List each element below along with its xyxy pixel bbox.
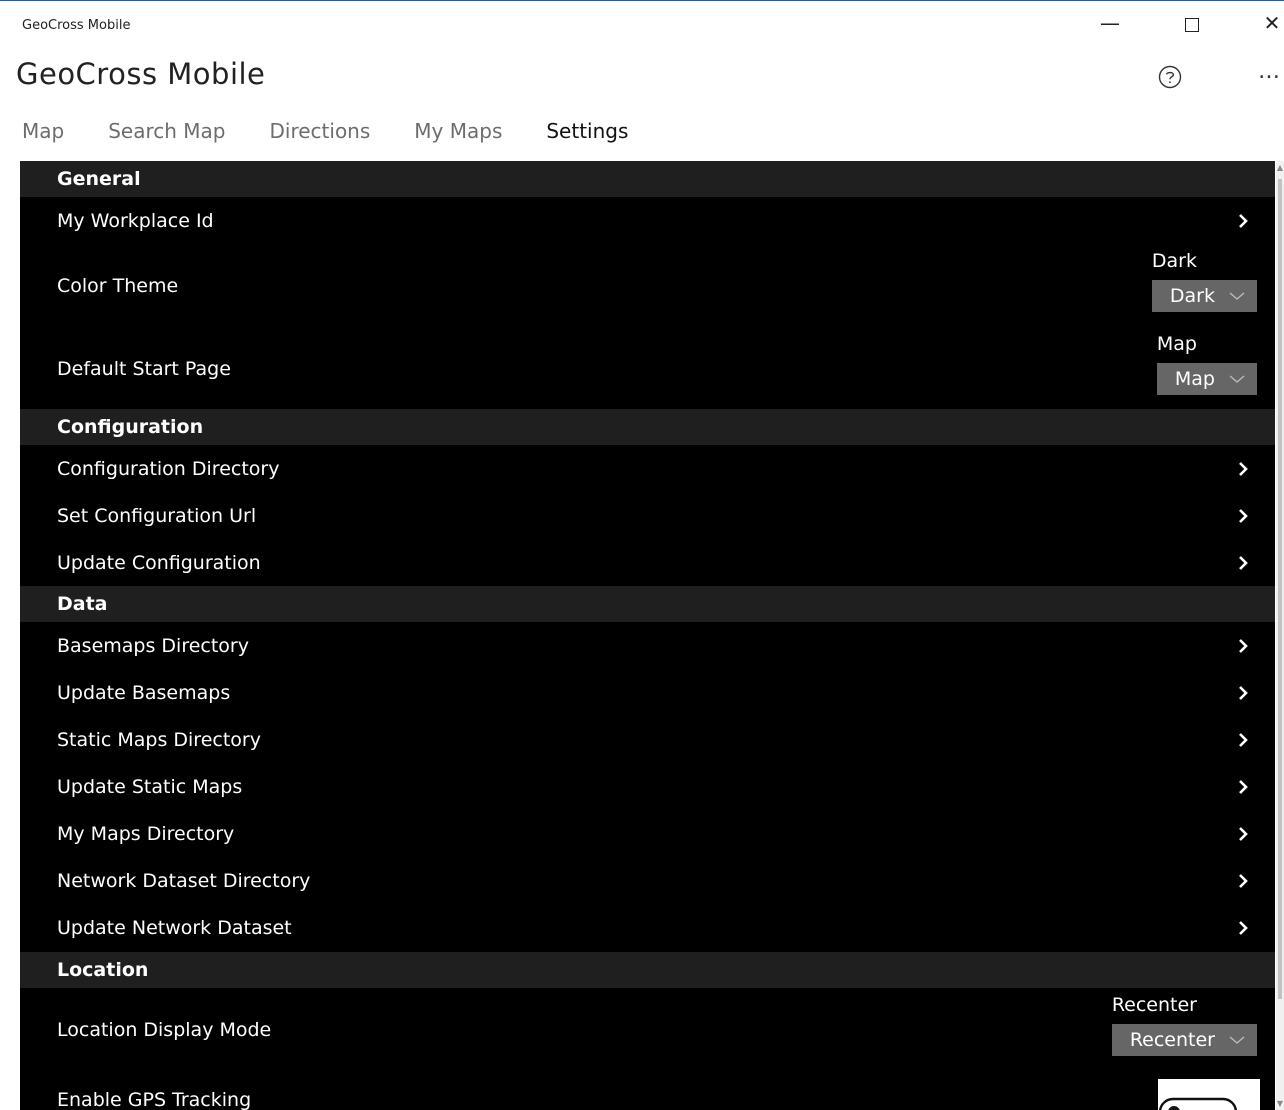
setting-label: Basemaps Directory — [57, 634, 249, 657]
setting-label: Set Configuration Url — [57, 504, 257, 527]
setting-label: Color Theme — [57, 274, 179, 297]
section-header-configuration: Configuration — [20, 409, 1275, 445]
tab-map[interactable]: Map — [22, 119, 64, 143]
setting-update-basemaps[interactable]: Update Basemaps — [20, 669, 1275, 716]
chevron-right-icon — [1239, 732, 1248, 747]
chevron-down-icon — [1229, 375, 1245, 383]
start-page-select-wrap: Map Map — [1156, 333, 1257, 395]
setting-label: Location Display Mode — [57, 1018, 272, 1041]
display-mode-dropdown[interactable]: Recenter — [1111, 1024, 1257, 1056]
section-header-general: General — [20, 161, 1275, 197]
setting-update-static-maps[interactable]: Update Static Maps — [20, 763, 1275, 810]
setting-my-maps-directory[interactable]: My Maps Directory — [20, 810, 1275, 857]
setting-label: Update Static Maps — [57, 775, 243, 798]
tab-my-maps[interactable]: My Maps — [414, 119, 502, 143]
app-title: GeoCross Mobile — [16, 57, 266, 91]
setting-location-display-mode: Location Display Mode Recenter Recenter — [20, 988, 1275, 1071]
tab-settings[interactable]: Settings — [546, 119, 628, 143]
start-page-value: Map — [1174, 368, 1215, 390]
setting-label: Update Basemaps — [57, 681, 231, 704]
setting-set-configuration-url[interactable]: Set Configuration Url — [20, 492, 1275, 539]
setting-label: Update Configuration — [57, 551, 261, 574]
close-button[interactable]: ✕ — [1252, 9, 1284, 37]
maximize-icon — [1185, 17, 1199, 32]
maximize-button[interactable] — [1172, 9, 1212, 37]
setting-update-network-dataset[interactable]: Update Network Dataset — [20, 904, 1275, 951]
chevron-down-icon — [1229, 292, 1245, 300]
setting-basemaps-directory[interactable]: Basemaps Directory — [20, 622, 1275, 669]
more-options-icon[interactable]: … — [1258, 59, 1282, 84]
section-header-data: Data — [20, 586, 1275, 622]
setting-configuration-directory[interactable]: Configuration Directory — [20, 445, 1275, 492]
color-theme-caption: Dark — [1151, 250, 1197, 272]
setting-label: Default Start Page — [57, 357, 231, 380]
gps-tracking-toggle[interactable] — [1158, 1079, 1260, 1110]
display-mode-caption: Recenter — [1111, 994, 1197, 1016]
setting-label: My Workplace Id — [57, 209, 214, 232]
scrollbar[interactable]: ▲ ▼ — [1276, 161, 1284, 1110]
chevron-right-icon — [1239, 555, 1248, 570]
color-theme-dropdown[interactable]: Dark — [1151, 280, 1257, 312]
chevron-right-icon — [1239, 508, 1248, 523]
settings-panel: General My Workplace Id Color Theme Dark… — [20, 161, 1275, 1110]
chevron-right-icon — [1239, 873, 1248, 888]
setting-label: Enable GPS Tracking — [57, 1089, 252, 1110]
color-theme-value: Dark — [1169, 285, 1215, 307]
setting-network-dataset-directory[interactable]: Network Dataset Directory — [20, 857, 1275, 904]
tab-search-map[interactable]: Search Map — [108, 119, 225, 143]
setting-my-workplace-id[interactable]: My Workplace Id — [20, 197, 1275, 244]
scroll-down-icon[interactable]: ▼ — [1276, 1099, 1284, 1109]
setting-label: Configuration Directory — [57, 457, 280, 480]
title-bar: GeoCross Mobile — ✕ — [0, 1, 1284, 39]
window-title: GeoCross Mobile — [22, 18, 131, 33]
display-mode-value: Recenter — [1129, 1029, 1215, 1051]
scroll-up-icon[interactable]: ▲ — [1276, 163, 1284, 173]
chevron-right-icon — [1239, 213, 1248, 228]
color-theme-select-wrap: Dark Dark — [1151, 250, 1257, 312]
section-header-location: Location — [20, 952, 1275, 988]
chevron-down-icon — [1229, 1036, 1245, 1044]
setting-color-theme: Color Theme Dark Dark — [20, 244, 1275, 327]
setting-label: Static Maps Directory — [57, 728, 261, 751]
setting-static-maps-directory[interactable]: Static Maps Directory — [20, 716, 1275, 763]
chevron-right-icon — [1239, 461, 1248, 476]
chevron-right-icon — [1239, 685, 1248, 700]
start-page-caption: Map — [1156, 333, 1197, 355]
chevron-right-icon — [1239, 826, 1248, 841]
setting-label: Update Network Dataset — [57, 916, 292, 939]
toggle-switch-icon — [1158, 1097, 1238, 1110]
minimize-icon: — — [1100, 11, 1120, 35]
close-icon: ✕ — [1263, 11, 1281, 35]
scroll-thumb[interactable] — [1278, 179, 1282, 999]
help-circle-icon[interactable] — [1154, 65, 1186, 89]
minimize-button[interactable]: — — [1090, 9, 1130, 37]
setting-label: Network Dataset Directory — [57, 869, 311, 892]
setting-default-start-page: Default Start Page Map Map — [20, 327, 1275, 410]
tab-directions[interactable]: Directions — [270, 119, 371, 143]
chevron-right-icon — [1239, 920, 1248, 935]
display-mode-select-wrap: Recenter Recenter — [1111, 994, 1257, 1056]
setting-update-configuration[interactable]: Update Configuration — [20, 539, 1275, 586]
chevron-right-icon — [1239, 779, 1248, 794]
nav-tabs: Map Search Map Directions My Maps Settin… — [22, 119, 672, 143]
chevron-right-icon — [1239, 638, 1248, 653]
start-page-dropdown[interactable]: Map — [1156, 363, 1257, 395]
setting-enable-gps-tracking: Enable GPS Tracking — [20, 1071, 1275, 1110]
app-window: GeoCross Mobile — ✕ GeoCross Mobile … Ma… — [0, 0, 1284, 1110]
setting-label: My Maps Directory — [57, 822, 235, 845]
